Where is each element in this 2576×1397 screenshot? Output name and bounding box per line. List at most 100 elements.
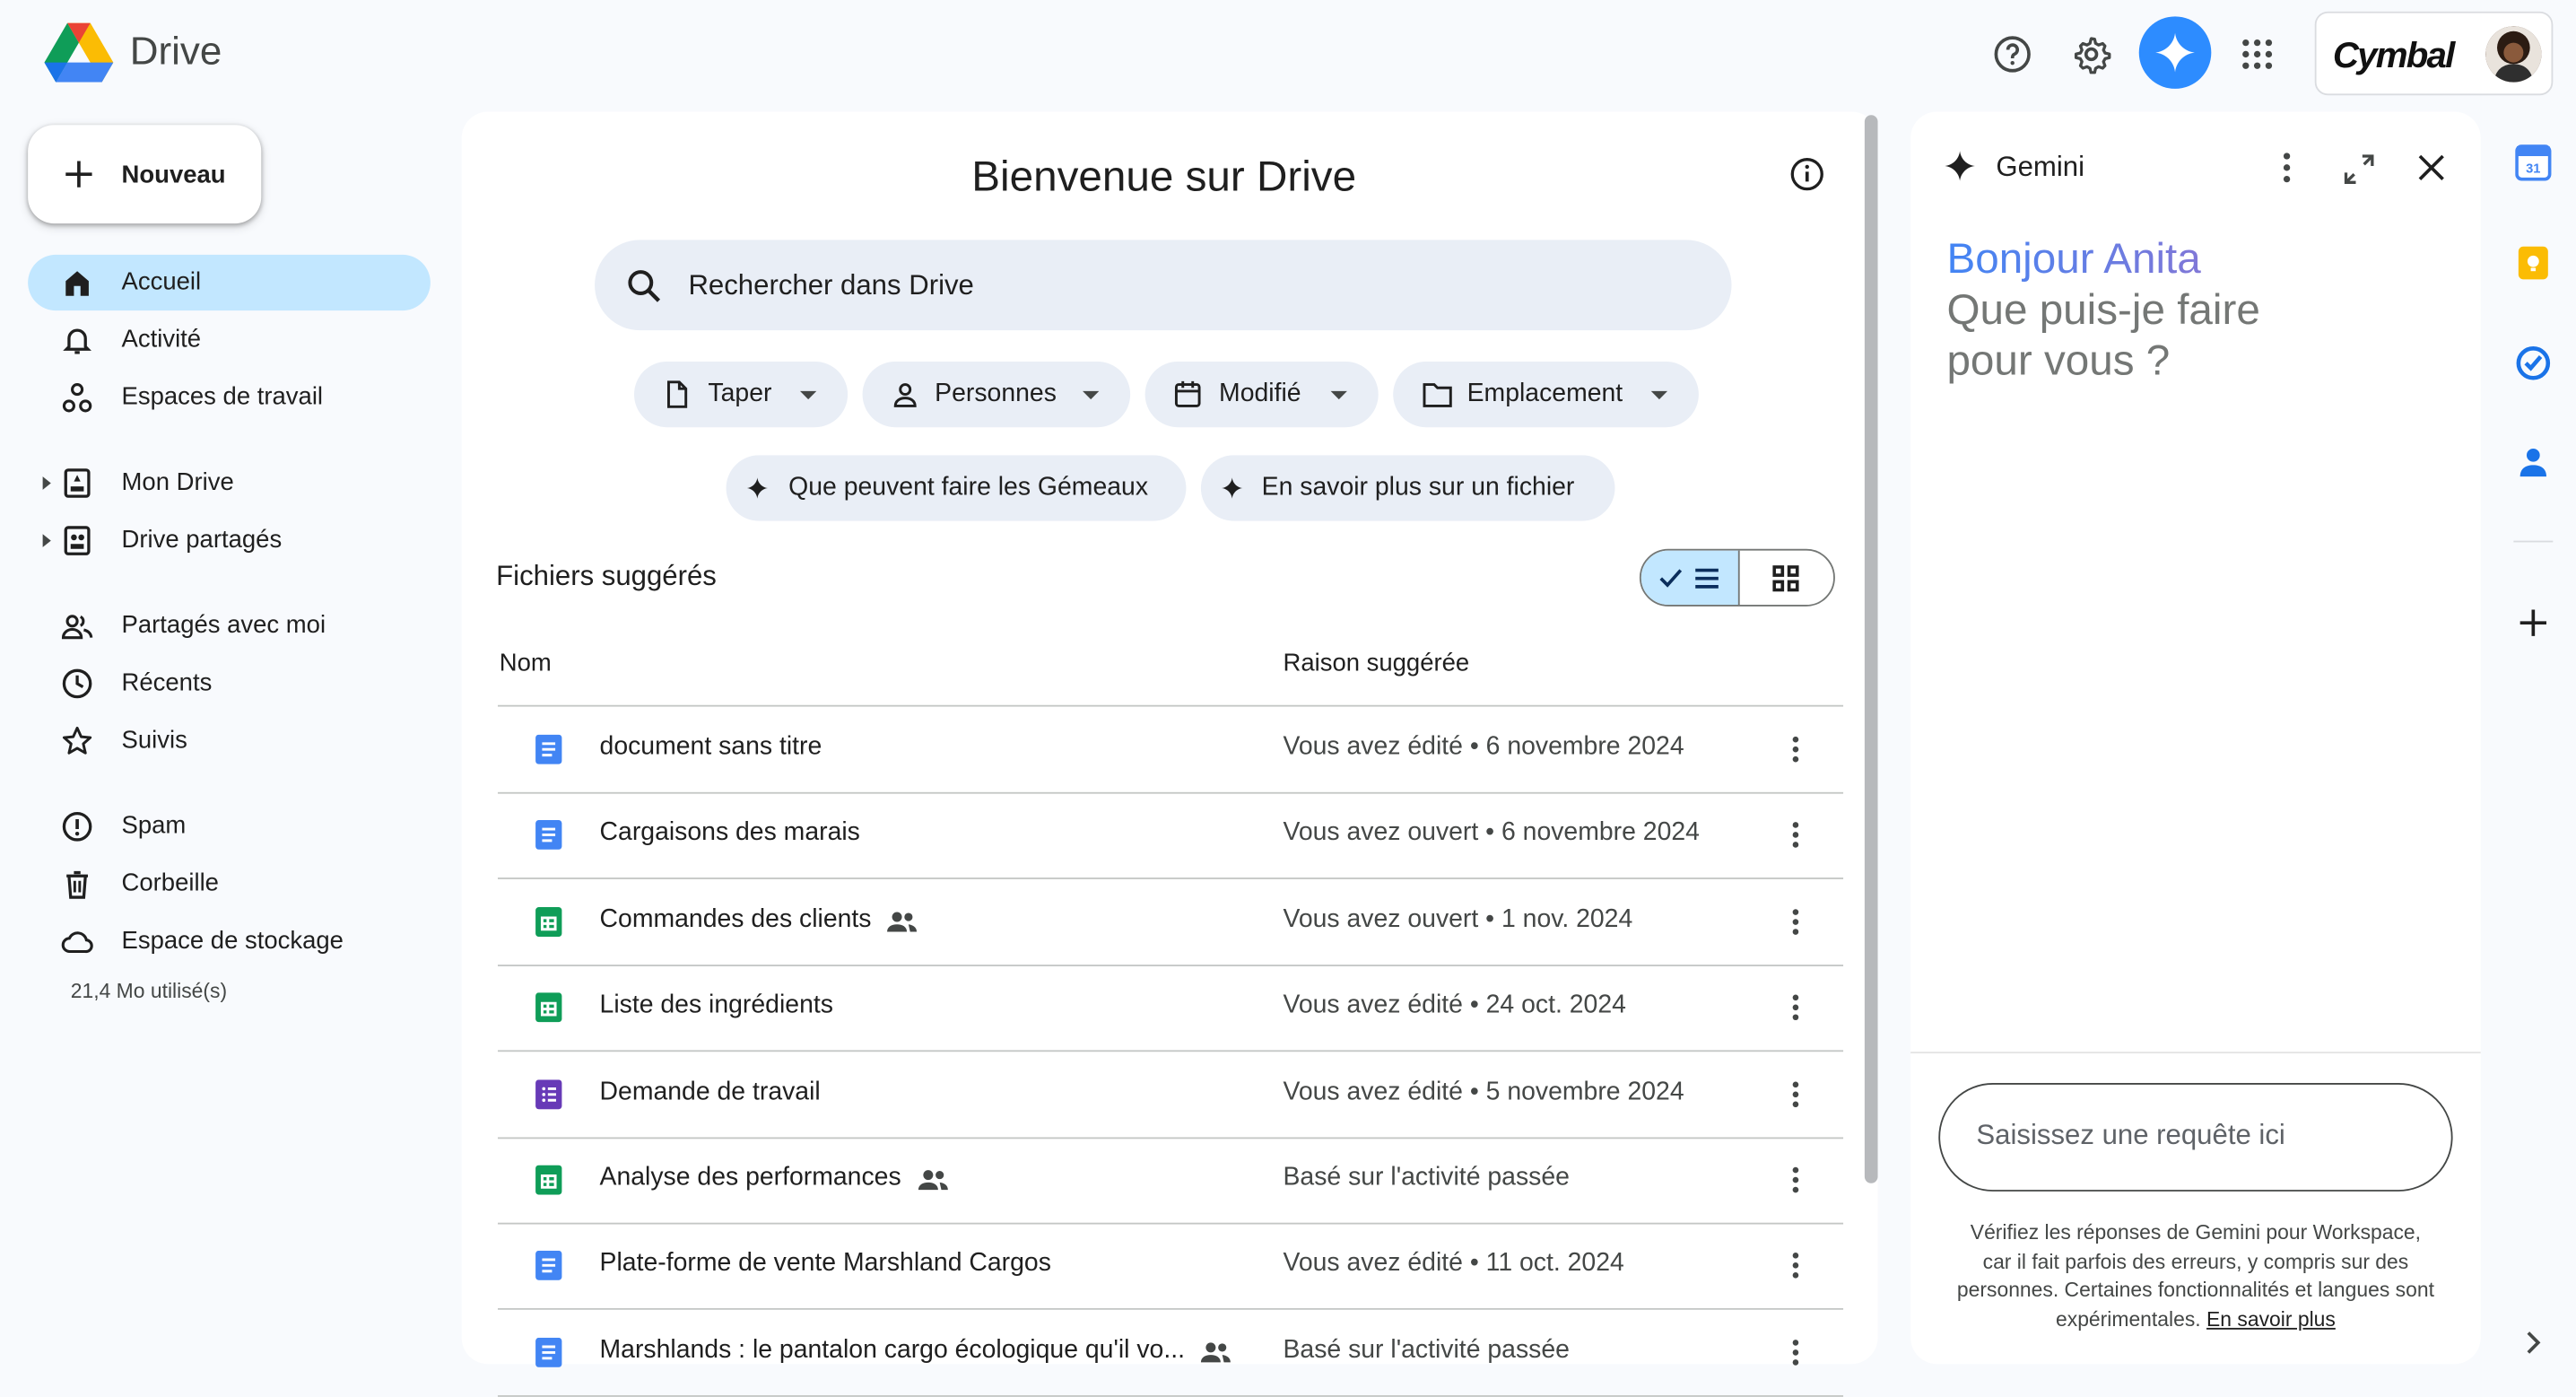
home-icon bbox=[65, 271, 89, 296]
gemini-sparkle-icon bbox=[2155, 32, 2195, 73]
suggestion-reason: Basé sur l'activité passée bbox=[1283, 1335, 1570, 1364]
file-name[interactable]: Liste des ingrédients bbox=[600, 991, 833, 1021]
close-icon bbox=[2418, 154, 2444, 180]
sidebar-item-shared-with-me[interactable]: Partagés avec moi bbox=[28, 598, 431, 654]
suggestion-label: Que peuvent faire les Gémeaux bbox=[788, 473, 1149, 502]
more-vert-icon[interactable] bbox=[1788, 908, 1804, 935]
greeting-question: Que puis-je faire pour vous ? bbox=[1946, 284, 2260, 385]
column-header-name[interactable]: Nom bbox=[500, 649, 552, 677]
docs-icon bbox=[535, 1337, 562, 1367]
sidebar-item-label: Accueil bbox=[121, 267, 202, 296]
suggestion-reason: Vous avez ouvert • 1 nov. 2024 bbox=[1283, 904, 1633, 933]
bell-icon bbox=[63, 328, 91, 354]
shared-icon bbox=[1200, 1342, 1231, 1363]
sidebar-item-workspaces[interactable]: Espaces de travail bbox=[28, 370, 431, 425]
filter-modified-chip[interactable]: Modifié bbox=[1144, 361, 1379, 428]
sidebar-item-label: Mon Drive bbox=[121, 468, 234, 497]
file-name[interactable]: Cargaisons des marais bbox=[600, 819, 860, 849]
contacts-app-icon[interactable] bbox=[2515, 444, 2551, 480]
sidebar-item-label: Partagés avec moi bbox=[121, 611, 326, 640]
gemini-more-button[interactable] bbox=[2272, 152, 2302, 185]
filter-label: Personnes bbox=[935, 380, 1057, 408]
file-name[interactable]: Demande de travail bbox=[600, 1078, 821, 1107]
add-app-button[interactable] bbox=[2515, 605, 2551, 641]
more-vert-icon[interactable] bbox=[1788, 994, 1804, 1021]
gemini-button[interactable] bbox=[2138, 16, 2212, 89]
file-name[interactable]: Commandes des clients bbox=[600, 905, 872, 935]
more-vert-icon[interactable] bbox=[1788, 1253, 1804, 1279]
apps-button[interactable] bbox=[2224, 22, 2290, 87]
sidebar-item-activity[interactable]: Activité bbox=[28, 312, 431, 368]
more-vert-icon[interactable] bbox=[1788, 1339, 1804, 1366]
app-name: Drive bbox=[129, 29, 222, 74]
filter-location-chip[interactable]: Emplacement bbox=[1393, 361, 1699, 428]
gemini-expand-button[interactable] bbox=[2343, 153, 2376, 186]
apps-grid-icon bbox=[2242, 39, 2273, 69]
greeting-name: Bonjour Anita bbox=[1946, 233, 2308, 284]
view-toggle[interactable] bbox=[1639, 548, 1835, 607]
sidebar-item-starred[interactable]: Suivis bbox=[28, 713, 431, 769]
settings-button[interactable] bbox=[2058, 22, 2124, 87]
calendar-app-icon[interactable]: 31 bbox=[2515, 144, 2552, 181]
keep-app-icon[interactable] bbox=[2515, 245, 2551, 281]
gear-icon bbox=[2074, 37, 2111, 74]
search-bar[interactable]: Rechercher dans Drive bbox=[595, 240, 1732, 331]
my-drive-icon bbox=[64, 468, 91, 498]
more-vert-icon[interactable] bbox=[1788, 1166, 1804, 1193]
sidebar-item-label: Drive partagés bbox=[121, 526, 283, 554]
sidebar-item-my-drive[interactable]: Mon Drive bbox=[28, 455, 431, 511]
account-switcher[interactable]: Cymbal bbox=[2314, 11, 2554, 96]
suggestion-reason: Vous avez édité • 24 oct. 2024 bbox=[1283, 991, 1626, 1019]
sidebar-item-storage[interactable]: Espace de stockage bbox=[28, 913, 431, 969]
shared-icon bbox=[918, 1170, 948, 1191]
filter-people-chip[interactable]: Personnes bbox=[862, 361, 1131, 428]
sidebar-item-shared-drives[interactable]: Drive partagés bbox=[28, 512, 431, 568]
file-name[interactable]: Plate-forme de vente Marshland Cargos bbox=[600, 1250, 1051, 1279]
suggestion-chip-file[interactable]: En savoir plus sur un fichier bbox=[1200, 455, 1615, 521]
sidebar-item-trash[interactable]: Corbeille bbox=[28, 856, 431, 912]
gemini-disclaimer: Vérifiez les réponses de Gemini pour Wor… bbox=[1955, 1219, 2437, 1334]
gemini-prompt-input[interactable] bbox=[1972, 1117, 2424, 1154]
forms-icon bbox=[535, 1078, 562, 1109]
expand-arrow-icon[interactable] bbox=[42, 534, 51, 547]
expand-rail-button[interactable] bbox=[2522, 1328, 2546, 1358]
learn-more-link[interactable]: En savoir plus bbox=[2206, 1307, 2336, 1331]
file-name[interactable]: document sans titre bbox=[600, 733, 822, 763]
gemini-sparkle-icon bbox=[1945, 151, 1975, 181]
drive-logo-icon[interactable] bbox=[44, 22, 114, 83]
grid-view-button[interactable] bbox=[1738, 551, 1833, 605]
brand-logo: Cymbal bbox=[2332, 34, 2455, 76]
filter-type-chip[interactable]: Taper bbox=[633, 361, 849, 428]
new-button[interactable]: Nouveau bbox=[28, 125, 262, 224]
calendar-icon bbox=[1174, 380, 1201, 407]
file-name[interactable]: Marshlands : le pantalon cargo écologiqu… bbox=[600, 1336, 1186, 1366]
clock-icon bbox=[62, 668, 92, 699]
filter-label: Taper bbox=[708, 380, 772, 408]
expand-arrow-icon[interactable] bbox=[42, 476, 51, 490]
filter-label: Emplacement bbox=[1466, 380, 1623, 408]
details-button[interactable] bbox=[1789, 156, 1825, 192]
new-button-label: Nouveau bbox=[121, 160, 226, 188]
main-scrollbar[interactable] bbox=[1864, 115, 1878, 1183]
help-icon bbox=[1994, 36, 2031, 73]
gemini-close-button[interactable] bbox=[2415, 152, 2448, 185]
sidebar-item-home[interactable]: Accueil bbox=[28, 254, 431, 311]
list-view-button[interactable] bbox=[1640, 550, 1740, 606]
avatar bbox=[2485, 26, 2542, 83]
docs-icon bbox=[535, 1251, 562, 1281]
tasks-app-icon[interactable] bbox=[2515, 345, 2551, 381]
plus-icon bbox=[2519, 609, 2546, 636]
more-vert-icon[interactable] bbox=[1788, 1080, 1804, 1107]
more-vert-icon[interactable] bbox=[1788, 822, 1804, 849]
more-vert-icon[interactable] bbox=[1788, 736, 1804, 763]
file-name[interactable]: Analyse des performances bbox=[600, 1164, 901, 1193]
page-title: Bienvenue sur Drive bbox=[971, 151, 1357, 201]
suggestion-reason: Vous avez édité • 5 novembre 2024 bbox=[1283, 1077, 1684, 1105]
sidebar-item-recent[interactable]: Récents bbox=[28, 656, 431, 712]
sidebar-item-label: Espaces de travail bbox=[121, 382, 324, 411]
suggestion-chip-gemini[interactable]: Que peuvent faire les Gémeaux bbox=[726, 455, 1187, 521]
help-button[interactable] bbox=[1980, 22, 2045, 87]
search-input[interactable]: Rechercher dans Drive bbox=[688, 269, 973, 302]
gemini-prompt-field[interactable] bbox=[1938, 1083, 2453, 1192]
sidebar-item-spam[interactable]: Spam bbox=[28, 799, 431, 854]
